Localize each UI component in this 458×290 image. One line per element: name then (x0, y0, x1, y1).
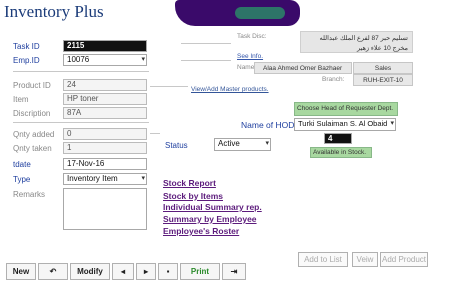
exit-icon: ⇥ (230, 267, 238, 276)
prev-button[interactable]: ◂ (112, 263, 134, 280)
department-field: Sales (353, 62, 413, 74)
chevron-down-icon[interactable]: ▾ (141, 174, 145, 184)
task-id-field[interactable]: 2115 (63, 40, 147, 52)
add-product-button[interactable]: Add Product (380, 252, 428, 267)
app-title: Inventory Plus (4, 2, 104, 21)
description-field[interactable]: 87A (63, 107, 147, 119)
search-button[interactable]: ▪ (158, 263, 178, 280)
new-button[interactable]: New (6, 263, 36, 280)
item-field[interactable]: HP toner (63, 93, 147, 105)
print-button[interactable]: Print (180, 263, 220, 280)
add-to-list-button[interactable]: Add to List (298, 252, 348, 267)
product-id-field[interactable]: 24 (63, 79, 147, 91)
chevron-down-icon[interactable]: ▾ (390, 119, 394, 129)
tdate-field[interactable]: 17-Nov-16 (63, 158, 147, 170)
available-in-stock: Available in Stock. (310, 147, 372, 158)
type-select[interactable]: Inventory Item ▾ (63, 173, 147, 185)
choose-hod-hint: Choose Head of Requester Dept. (294, 102, 398, 116)
undo-icon: ↶ (49, 267, 57, 276)
view-add-master-link[interactable]: View/Add Master products. (191, 86, 269, 93)
summary-by-employee-link[interactable]: Summary by Employee (163, 214, 257, 224)
header-graphic (175, 0, 300, 26)
exit-button[interactable]: ⇥ (222, 263, 246, 280)
next-arrow-icon: ▸ (143, 267, 148, 276)
chevron-down-icon[interactable]: ▾ (141, 55, 145, 65)
hod-select[interactable]: Turki Sulaiman S. Al Obaid ▾ (294, 118, 396, 131)
description-label: Discription (13, 109, 51, 118)
divider (13, 122, 149, 123)
search-icon: ▪ (166, 267, 170, 276)
emp-id-label: Emp.ID (13, 56, 40, 65)
qnty-added-label: Qnty added (13, 130, 55, 139)
divider (181, 60, 231, 61)
qnty-taken-label: Qnty taken (13, 144, 52, 153)
next-button[interactable]: ▸ (136, 263, 156, 280)
branch-label: Branch: (322, 76, 345, 83)
task-disc-label: Task Disc: (237, 33, 267, 40)
divider (13, 71, 149, 72)
remarks-label: Remarks (13, 190, 46, 199)
undo-button[interactable]: ↶ (38, 263, 68, 280)
stock-by-items-link[interactable]: Stock by Items (163, 191, 223, 201)
employee-roster-link[interactable]: Employee's Roster (163, 226, 239, 236)
name-field: Alaa Ahmed Omer Bazhaer (254, 62, 352, 74)
task-id-label: Task ID (13, 42, 40, 51)
remarks-input[interactable] (63, 188, 147, 230)
qnty-taken-field[interactable]: 1 (63, 142, 147, 154)
stock-count: 4 (324, 133, 352, 144)
task-disc-field: تسليم حبر 87 لفرع الملك عبدالله مخرج 10 … (300, 31, 413, 53)
qnty-added-field[interactable]: 0 (63, 128, 147, 140)
modify-button[interactable]: Modify (70, 263, 110, 280)
emp-id-field[interactable]: 10076 ▾ (63, 54, 147, 66)
branch-field: RUH-EXIT-10 (353, 74, 413, 86)
status-select[interactable]: Active ▾ (214, 138, 271, 151)
tdate-label: tdate (13, 160, 31, 169)
type-label: Type (13, 175, 31, 184)
prev-arrow-icon: ◂ (120, 267, 125, 276)
product-id-label: Product ID (13, 81, 51, 90)
see-info-link[interactable]: See Info. (237, 53, 263, 60)
individual-summary-link[interactable]: Individual Summary rep. (163, 202, 262, 212)
hod-label: Name of HOD: (241, 120, 297, 130)
divider (181, 43, 231, 44)
view-button[interactable]: Veiw (352, 252, 378, 267)
chevron-down-icon[interactable]: ▾ (265, 139, 269, 149)
stock-report-link[interactable]: Stock Report (163, 178, 216, 188)
status-label: Status (165, 141, 188, 150)
divider (150, 86, 188, 87)
item-label: Item (13, 95, 29, 104)
divider (150, 133, 160, 134)
